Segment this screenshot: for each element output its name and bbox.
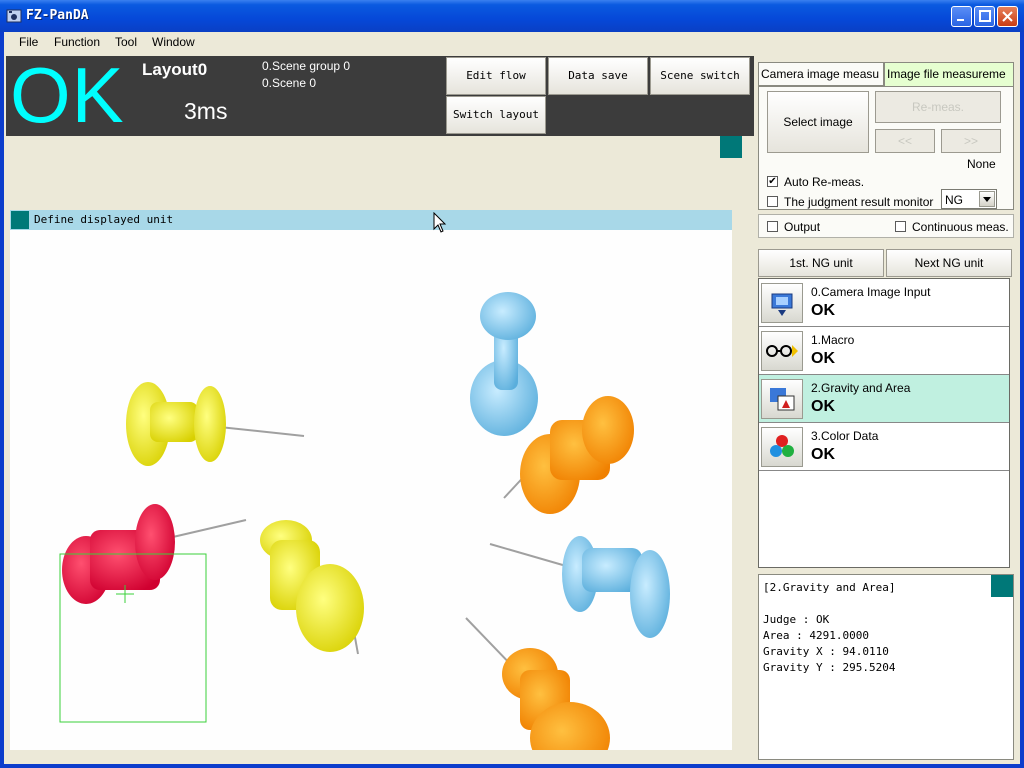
push-pins-image (59, 292, 670, 750)
unit-name: 0.Camera Image Input (811, 285, 931, 299)
continuous-meas-label: Continuous meas. (912, 220, 1009, 234)
processing-unit-list: 0.Camera Image Input OK 1.Macro OK 2.Gra… (758, 278, 1010, 568)
panel-menu-icon[interactable] (11, 211, 29, 229)
detail-panel: [2.Gravity and Area] Judge : OK Area : 4… (758, 574, 1014, 760)
menu-bar: File Function Tool Window (4, 32, 1020, 54)
tab-image-file-measurement[interactable]: Image file measureme (884, 62, 1014, 86)
detail-area: Area : 4291.0000 (763, 629, 869, 642)
pin-blue-2 (489, 536, 670, 638)
image-file-tab-body: Select image Re-meas. << >> None ✔ Auto … (758, 86, 1014, 210)
image-file-name: None (967, 157, 996, 171)
camera-icon (761, 283, 803, 323)
switch-layout-button[interactable]: Switch layout (446, 96, 546, 134)
unit-result: OK (811, 302, 835, 319)
unit-row-gravity-area[interactable]: 2.Gravity and Area OK (759, 375, 1009, 423)
detail-header: [2.Gravity and Area] (763, 581, 896, 594)
app-window: FZ-PanDA File Function Tool Window OK La… (0, 0, 1024, 768)
image-panel-label: Define displayed unit (34, 213, 174, 226)
unit-row-macro[interactable]: 1.Macro OK (759, 327, 1009, 375)
judgment-monitor-checkbox[interactable] (767, 196, 778, 207)
camera-image[interactable] (10, 230, 732, 750)
control-panel: Camera image measu Image file measureme … (756, 56, 1018, 762)
auto-remeas-checkbox[interactable]: ✔ (767, 176, 778, 187)
pin-yellow-2 (260, 520, 364, 655)
detail-judge: Judge : OK (763, 613, 830, 626)
empty-area (6, 136, 754, 206)
window-title: FZ-PanDA (26, 8, 89, 23)
continuous-meas-checkbox[interactable] (895, 221, 906, 232)
overall-judge: OK (10, 51, 125, 139)
unit-name: 3.Color Data (811, 429, 879, 443)
judgment-monitor-label: The judgment result monitor (784, 195, 934, 209)
app-icon (6, 9, 22, 23)
select-image-button[interactable]: Select image (767, 91, 869, 153)
unit-result: OK (811, 350, 835, 367)
scene-switch-button[interactable]: Scene switch (650, 57, 750, 95)
processing-time: 3ms (184, 98, 228, 124)
scene-group: 0.Scene group 0 (262, 59, 351, 73)
next-image-button[interactable]: >> (941, 129, 1001, 153)
unit-row-camera-input[interactable]: 0.Camera Image Input OK (759, 279, 1009, 327)
judgment-select-value: NG (945, 193, 963, 207)
mouse-cursor-icon (433, 212, 447, 233)
gravity-area-icon (761, 379, 803, 419)
unit-result: OK (811, 398, 835, 415)
first-ng-unit-button[interactable]: 1st. NG unit (758, 249, 884, 277)
output-row: Output Continuous meas. (758, 214, 1014, 238)
maximize-icon (979, 10, 991, 22)
output-checkbox[interactable] (767, 221, 778, 232)
prev-image-button[interactable]: << (875, 129, 935, 153)
unit-row-color-data[interactable]: 3.Color Data OK (759, 423, 1009, 471)
menu-file[interactable]: File (19, 35, 38, 49)
image-panel-header[interactable]: Define displayed unit (10, 210, 732, 230)
menu-function[interactable]: Function (54, 35, 100, 49)
maximize-button[interactable] (974, 6, 995, 27)
panel-toggle-icon[interactable] (720, 136, 742, 158)
edit-flow-button[interactable]: Edit flow (446, 57, 546, 95)
auto-remeas-label: Auto Re-meas. (784, 175, 865, 189)
unit-name: 1.Macro (811, 333, 855, 347)
next-ng-unit-button[interactable]: Next NG unit (886, 249, 1012, 277)
macro-icon (761, 331, 803, 371)
tab-camera-measurement[interactable]: Camera image measu (758, 62, 884, 86)
layout-name: Layout0 (142, 60, 208, 79)
chevron-down-icon[interactable] (979, 191, 995, 207)
output-label: Output (784, 220, 821, 234)
re-meas-button[interactable]: Re-meas. (875, 91, 1001, 123)
unit-result: OK (811, 446, 835, 463)
title-bar[interactable]: FZ-PanDA (0, 0, 1024, 32)
minimize-icon (957, 19, 964, 21)
menu-window[interactable]: Window (152, 35, 195, 49)
close-button[interactable] (997, 6, 1018, 27)
color-data-icon (761, 427, 803, 467)
pin-orange-2 (465, 617, 610, 750)
minimize-button[interactable] (951, 6, 972, 27)
unit-name: 2.Gravity and Area (811, 381, 911, 395)
detail-gravity-y: Gravity Y : 295.5204 (763, 661, 896, 674)
pin-yellow-1 (126, 382, 305, 466)
scene-name: 0.Scene 0 (262, 76, 317, 90)
detail-menu-icon[interactable] (991, 575, 1013, 597)
data-save-button[interactable]: Data save (548, 57, 648, 95)
pin-blue-1 (470, 292, 538, 436)
detail-gravity-x: Gravity X : 94.0110 (763, 645, 889, 658)
client-area: File Function Tool Window OK Layout0 3ms… (4, 32, 1020, 764)
close-icon (1002, 11, 1013, 22)
judgment-select[interactable]: NG (941, 189, 997, 209)
menu-tool[interactable]: Tool (115, 35, 137, 49)
